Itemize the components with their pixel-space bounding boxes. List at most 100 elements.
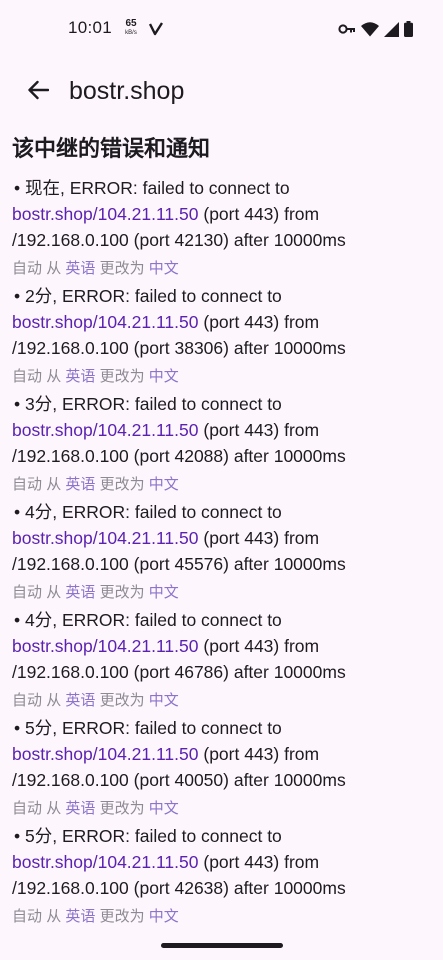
relay-host-link[interactable]: bostr.shop/104.21.11.50 (12, 528, 199, 548)
translation-changed-label: 更改为 (99, 476, 145, 493)
relay-host-link[interactable]: bostr.shop/104.21.11.50 (12, 420, 199, 440)
target-language-link[interactable]: 中文 (149, 260, 179, 277)
notification-local-text: /192.168.0.100 (port 40050) after 10000m… (12, 770, 346, 790)
status-time: 10:01 (68, 18, 113, 37)
notification-local-text: /192.168.0.100 (port 42130) after 10000m… (12, 230, 346, 250)
translation-from-label: 从 (46, 908, 62, 925)
section-heading: 该中继的错误和通知 (12, 136, 211, 161)
arrow-back-icon (28, 80, 49, 100)
translation-from-label: 从 (46, 368, 62, 385)
notification-error-text: , ERROR: failed to connect to (52, 286, 282, 306)
translation-auto-label: 自动 (12, 692, 43, 709)
notification-item: • 现在, ERROR: failed to connect to bostr.s… (12, 175, 432, 283)
bullet: • (14, 394, 25, 414)
notification-time: 4分 (25, 610, 53, 630)
notification-time: 2分 (25, 286, 53, 306)
source-language-link[interactable]: 英语 (65, 260, 95, 277)
network-speed-indicator: 65 kB/s (122, 19, 140, 37)
notification-error-text: , ERROR: failed to connect to (52, 610, 282, 630)
notification-item: • 2分, ERROR: failed to connect to bostr.s… (12, 283, 432, 391)
notification-message: • 2分, ERROR: failed to connect to bostr.s… (12, 283, 432, 361)
translation-line[interactable]: 自动 从 英语 更改为 中文 (12, 795, 432, 823)
notification-message: • 现在, ERROR: failed to connect to bostr.s… (12, 175, 432, 253)
bullet: • (14, 286, 25, 306)
translation-auto-label: 自动 (12, 800, 43, 817)
relay-host-link[interactable]: bostr.shop/104.21.11.50 (12, 744, 199, 764)
translation-from-label: 从 (46, 800, 62, 817)
network-speed-unit: kB/s (125, 30, 137, 36)
source-language-link[interactable]: 英语 (65, 908, 95, 925)
notification-port-text: (port 443) from (198, 204, 320, 224)
key-icon (338, 24, 355, 34)
notification-error-text: , ERROR: failed to connect to (52, 718, 282, 738)
translation-changed-label: 更改为 (99, 692, 145, 709)
notification-item: • 4分, ERROR: failed to connect to bostr.s… (12, 607, 432, 715)
notification-port-text: (port 443) from (198, 420, 320, 440)
target-language-link[interactable]: 中文 (149, 584, 179, 601)
translation-line[interactable]: 自动 从 英语 更改为 中文 (12, 687, 432, 715)
translation-line[interactable]: 自动 从 英语 更改为 中文 (12, 255, 432, 283)
source-language-link[interactable]: 英语 (65, 368, 95, 385)
relay-host-link[interactable]: bostr.shop/104.21.11.50 (12, 204, 199, 224)
notification-time: 5分 (25, 718, 53, 738)
translation-from-label: 从 (46, 476, 62, 493)
wifi-icon (361, 21, 379, 36)
notification-item: • 3分, ERROR: failed to connect to bostr.s… (12, 391, 432, 499)
translation-auto-label: 自动 (12, 368, 43, 385)
notification-port-text: (port 443) from (198, 312, 320, 332)
notification-message: • 5分, ERROR: failed to connect to bostr.s… (12, 823, 432, 901)
notification-error-text: , ERROR: failed to connect to (52, 394, 282, 414)
notification-port-text: (port 443) from (198, 636, 320, 656)
notification-message: • 4分, ERROR: failed to connect to bostr.s… (12, 499, 432, 577)
translation-auto-label: 自动 (12, 476, 43, 493)
relay-host-link[interactable]: bostr.shop/104.21.11.50 (12, 852, 199, 872)
back-button[interactable] (16, 68, 60, 112)
translation-changed-label: 更改为 (99, 908, 145, 925)
notification-error-text: , ERROR: failed to connect to (52, 502, 282, 522)
translation-auto-label: 自动 (12, 908, 43, 925)
translation-line[interactable]: 自动 从 英语 更改为 中文 (12, 903, 432, 931)
notification-error-text: , ERROR: failed to connect to (60, 178, 290, 198)
notification-port-text: (port 443) from (198, 528, 320, 548)
notification-port-text: (port 443) from (198, 852, 320, 872)
notification-local-text: /192.168.0.100 (port 42638) after 10000m… (12, 878, 346, 898)
translation-line[interactable]: 自动 从 英语 更改为 中文 (12, 363, 432, 391)
battery-icon (404, 21, 413, 37)
source-language-link[interactable]: 英语 (65, 584, 95, 601)
notification-local-text: /192.168.0.100 (port 45576) after 10000m… (12, 554, 346, 574)
bullet: • (14, 178, 25, 198)
target-language-link[interactable]: 中文 (149, 908, 179, 925)
notification-message: • 4分, ERROR: failed to connect to bostr.s… (12, 607, 432, 685)
target-language-link[interactable]: 中文 (149, 476, 179, 493)
notification-port-text: (port 443) from (198, 744, 320, 764)
screen: 10:01 65 kB/s bostr.shop 该中继的错误和通知 • 现在,… (0, 0, 443, 960)
translation-auto-label: 自动 (12, 260, 43, 277)
target-language-link[interactable]: 中文 (149, 368, 179, 385)
notification-message: • 3分, ERROR: failed to connect to bostr.s… (12, 391, 432, 469)
translation-line[interactable]: 自动 从 英语 更改为 中文 (12, 471, 432, 499)
signal-icon (384, 21, 399, 37)
notification-time: 5分 (25, 826, 53, 846)
notification-local-text: /192.168.0.100 (port 38306) after 10000m… (12, 338, 346, 358)
target-language-link[interactable]: 中文 (149, 800, 179, 817)
notification-time: 4分 (25, 502, 53, 522)
status-icons (338, 20, 413, 38)
bullet: • (14, 610, 25, 630)
source-language-link[interactable]: 英语 (65, 476, 95, 493)
relay-host-link[interactable]: bostr.shop/104.21.11.50 (12, 312, 199, 332)
source-language-link[interactable]: 英语 (65, 692, 95, 709)
gesture-handle[interactable] (161, 943, 283, 948)
target-language-link[interactable]: 中文 (149, 692, 179, 709)
translation-changed-label: 更改为 (99, 260, 145, 277)
notification-list: • 现在, ERROR: failed to connect to bostr.s… (12, 175, 432, 931)
translation-line[interactable]: 自动 从 英语 更改为 中文 (12, 579, 432, 607)
relay-host-link[interactable]: bostr.shop/104.21.11.50 (12, 636, 199, 656)
translation-changed-label: 更改为 (99, 584, 145, 601)
translation-changed-label: 更改为 (99, 800, 145, 817)
source-language-link[interactable]: 英语 (65, 800, 95, 817)
app-bar: bostr.shop (0, 58, 443, 126)
status-bar: 10:01 65 kB/s (0, 0, 443, 58)
notification-item: • 4分, ERROR: failed to connect to bostr.s… (12, 499, 432, 607)
notification-error-text: , ERROR: failed to connect to (52, 826, 282, 846)
translation-changed-label: 更改为 (99, 368, 145, 385)
